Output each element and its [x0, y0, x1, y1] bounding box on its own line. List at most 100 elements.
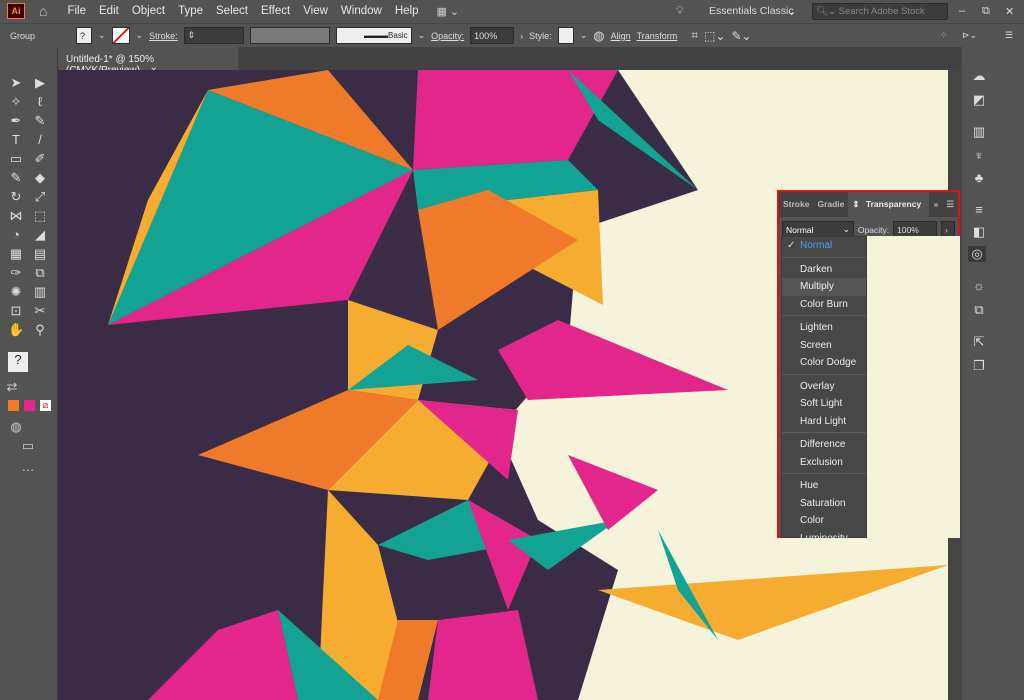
blend-option-luminosity[interactable]: Luminosity — [782, 530, 866, 548]
chevron-down-icon[interactable]: ⌄ — [418, 30, 426, 41]
variable-width-profile[interactable] — [249, 27, 330, 44]
menu-effect[interactable]: Effect — [261, 5, 290, 17]
more-tools-icon[interactable]: … — [20, 459, 36, 475]
artboards-icon[interactable]: ❐ — [970, 358, 988, 374]
blend-option-difference[interactable]: Difference — [782, 436, 866, 454]
document-tab[interactable]: Untitled-1* @ 150% (CMYK/Preview) × — [58, 47, 238, 76]
chevron-down-icon[interactable]: ⌄ — [98, 30, 106, 41]
brushes-icon[interactable]: ♆ — [970, 148, 988, 164]
appearance-icon[interactable]: ☼ — [970, 278, 988, 294]
panel-menu-icon[interactable]: ☰ — [1005, 30, 1013, 41]
style-swatch[interactable] — [557, 27, 574, 44]
draw-mode-icon[interactable]: ◍ — [8, 419, 24, 435]
transform-link[interactable]: Transform — [637, 31, 678, 41]
menu-object[interactable]: Object — [132, 5, 165, 17]
hand-tool-icon[interactable]: ✋ — [8, 322, 24, 338]
align-link[interactable]: Align — [611, 31, 631, 41]
blend-tool-icon[interactable]: ⧉ — [32, 265, 48, 281]
transparency-panel-icon[interactable]: ◎ — [968, 246, 986, 262]
minimize-button[interactable]: – — [959, 5, 965, 17]
color-guide-icon[interactable]: ▥ — [970, 124, 988, 140]
opacity-input[interactable]: 100% — [470, 27, 515, 44]
blend-option-screen[interactable]: Screen — [782, 337, 866, 355]
stroke-label[interactable]: Stroke: — [149, 31, 178, 41]
blend-option-hard-light[interactable]: Hard Light — [782, 413, 866, 431]
close-window-button[interactable]: ✕ — [1005, 5, 1014, 18]
blend-option-hue[interactable]: Hue — [782, 477, 866, 495]
blend-option-soft-light[interactable]: Soft Light — [782, 395, 866, 413]
blend-option-exclusion[interactable]: Exclusion — [782, 454, 866, 472]
none-swatch-icon[interactable]: ⧄ — [40, 400, 51, 411]
eraser-tool-icon[interactable]: ◆ — [32, 170, 48, 186]
isolate-icon[interactable]: ⌗ — [691, 28, 698, 43]
opacity-label[interactable]: Opacity: — [431, 31, 464, 41]
blend-option-overlay[interactable]: Overlay — [782, 378, 866, 396]
screen-mode-icon[interactable]: ▭ — [20, 438, 36, 454]
select-similar-icon[interactable]: ⬚⌄ — [704, 29, 725, 43]
fill-box[interactable]: ? — [8, 352, 28, 372]
rectangle-tool-icon[interactable]: ▭ — [8, 151, 24, 167]
menu-select[interactable]: Select — [216, 5, 248, 17]
slice-tool-icon[interactable]: ✂ — [32, 303, 48, 319]
lasso-tool-icon[interactable]: ℓ — [32, 94, 48, 110]
blend-option-normal[interactable]: Normal — [782, 237, 866, 255]
blend-option-darken[interactable]: Darken — [782, 261, 866, 279]
blend-option-saturation[interactable]: Saturation — [782, 495, 866, 513]
blend-option-multiply[interactable]: Multiply — [782, 278, 866, 296]
chevron-down-icon[interactable]: ⌄ — [136, 30, 144, 41]
blend-option-color-burn[interactable]: Color Burn — [782, 296, 866, 314]
edit-icon[interactable]: ✎⌄ — [731, 29, 751, 43]
scale-tool-icon[interactable]: ⤢ — [32, 189, 48, 205]
arrange-icon[interactable]: ▦ ⌄ — [436, 5, 459, 18]
workspace-switcher[interactable]: Essentials Classic — [709, 5, 794, 17]
menu-view[interactable]: View — [303, 5, 328, 17]
mesh-tool-icon[interactable]: ▦ — [8, 246, 24, 262]
recolor-icon[interactable]: ◍ — [593, 28, 604, 44]
properties-icon[interactable]: ◩ — [970, 92, 988, 108]
libraries-icon[interactable]: ☁ — [970, 68, 988, 84]
blend-option-lighten[interactable]: Lighten — [782, 319, 866, 337]
shape-builder-tool-icon[interactable]: ◔ — [8, 227, 24, 243]
paintbrush-tool-icon[interactable]: ✐ — [32, 151, 48, 167]
distribute-icon[interactable]: ⊳⌄ — [962, 30, 977, 41]
blend-option-color[interactable]: Color — [782, 512, 866, 530]
magic-wand-tool-icon[interactable]: ✧ — [8, 94, 24, 110]
brush-definition[interactable]: ▬▬▬ Basic — [335, 27, 412, 44]
pen-tool-icon[interactable]: ✒ — [8, 113, 24, 129]
tab-gradient[interactable]: Gradie — [813, 192, 848, 217]
symbols-icon[interactable]: ♣ — [970, 170, 988, 186]
line-tool-icon[interactable]: / — [32, 132, 48, 148]
zoom-tool-icon[interactable]: ⚲ — [32, 322, 48, 338]
color-swatch-icon[interactable] — [8, 400, 19, 411]
layers-panel-icon[interactable]: ⧉ — [970, 302, 988, 318]
collapse-icon[interactable]: » — [930, 192, 943, 217]
stroke-panel-icon[interactable]: ≡ — [970, 202, 988, 218]
stroke-swatch[interactable] — [111, 27, 130, 44]
home-icon[interactable]: ⌂ — [39, 3, 47, 19]
menu-type[interactable]: Type — [178, 5, 203, 17]
blend-option-color-dodge[interactable]: Color Dodge — [782, 354, 866, 372]
grid-icon[interactable]: ⁘ — [940, 30, 948, 41]
chevron-down-icon[interactable]: ⌄ — [580, 30, 588, 41]
direct-selection-tool-icon[interactable]: ▶ — [32, 75, 48, 91]
stock-search-input[interactable]: 🔍︎⌄ Search Adobe Stock — [812, 2, 948, 20]
artboard-tool-icon[interactable]: ⊡ — [8, 303, 24, 319]
perspective-tool-icon[interactable]: ◢ — [32, 227, 48, 243]
eyedropper-tool-icon[interactable]: ✑ — [8, 265, 24, 281]
restore-button[interactable]: ⧉ — [982, 5, 990, 18]
graph-tool-icon[interactable]: ▥ — [32, 284, 48, 300]
shaper-tool-icon[interactable]: ✎ — [8, 170, 24, 186]
tab-transparency[interactable]: ⇕ Transparency — [848, 192, 930, 217]
lightbulb-icon[interactable]: 💡︎ — [676, 5, 684, 18]
rotate-tool-icon[interactable]: ↻ — [8, 189, 24, 205]
fill-swatch[interactable]: ? — [76, 27, 92, 44]
swap-icon[interactable]: ⇄ — [4, 379, 20, 395]
width-tool-icon[interactable]: ⋈ — [8, 208, 24, 224]
symbol-sprayer-tool-icon[interactable]: ✺ — [8, 284, 24, 300]
type-tool-icon[interactable]: T — [8, 132, 24, 148]
free-transform-tool-icon[interactable]: ⬚ — [32, 208, 48, 224]
stroke-weight-input[interactable]: ⇕ — [183, 27, 244, 44]
curvature-tool-icon[interactable]: ✎ — [32, 113, 48, 129]
export-icon[interactable]: ⇱ — [970, 334, 988, 350]
menu-file[interactable]: File — [67, 5, 86, 17]
